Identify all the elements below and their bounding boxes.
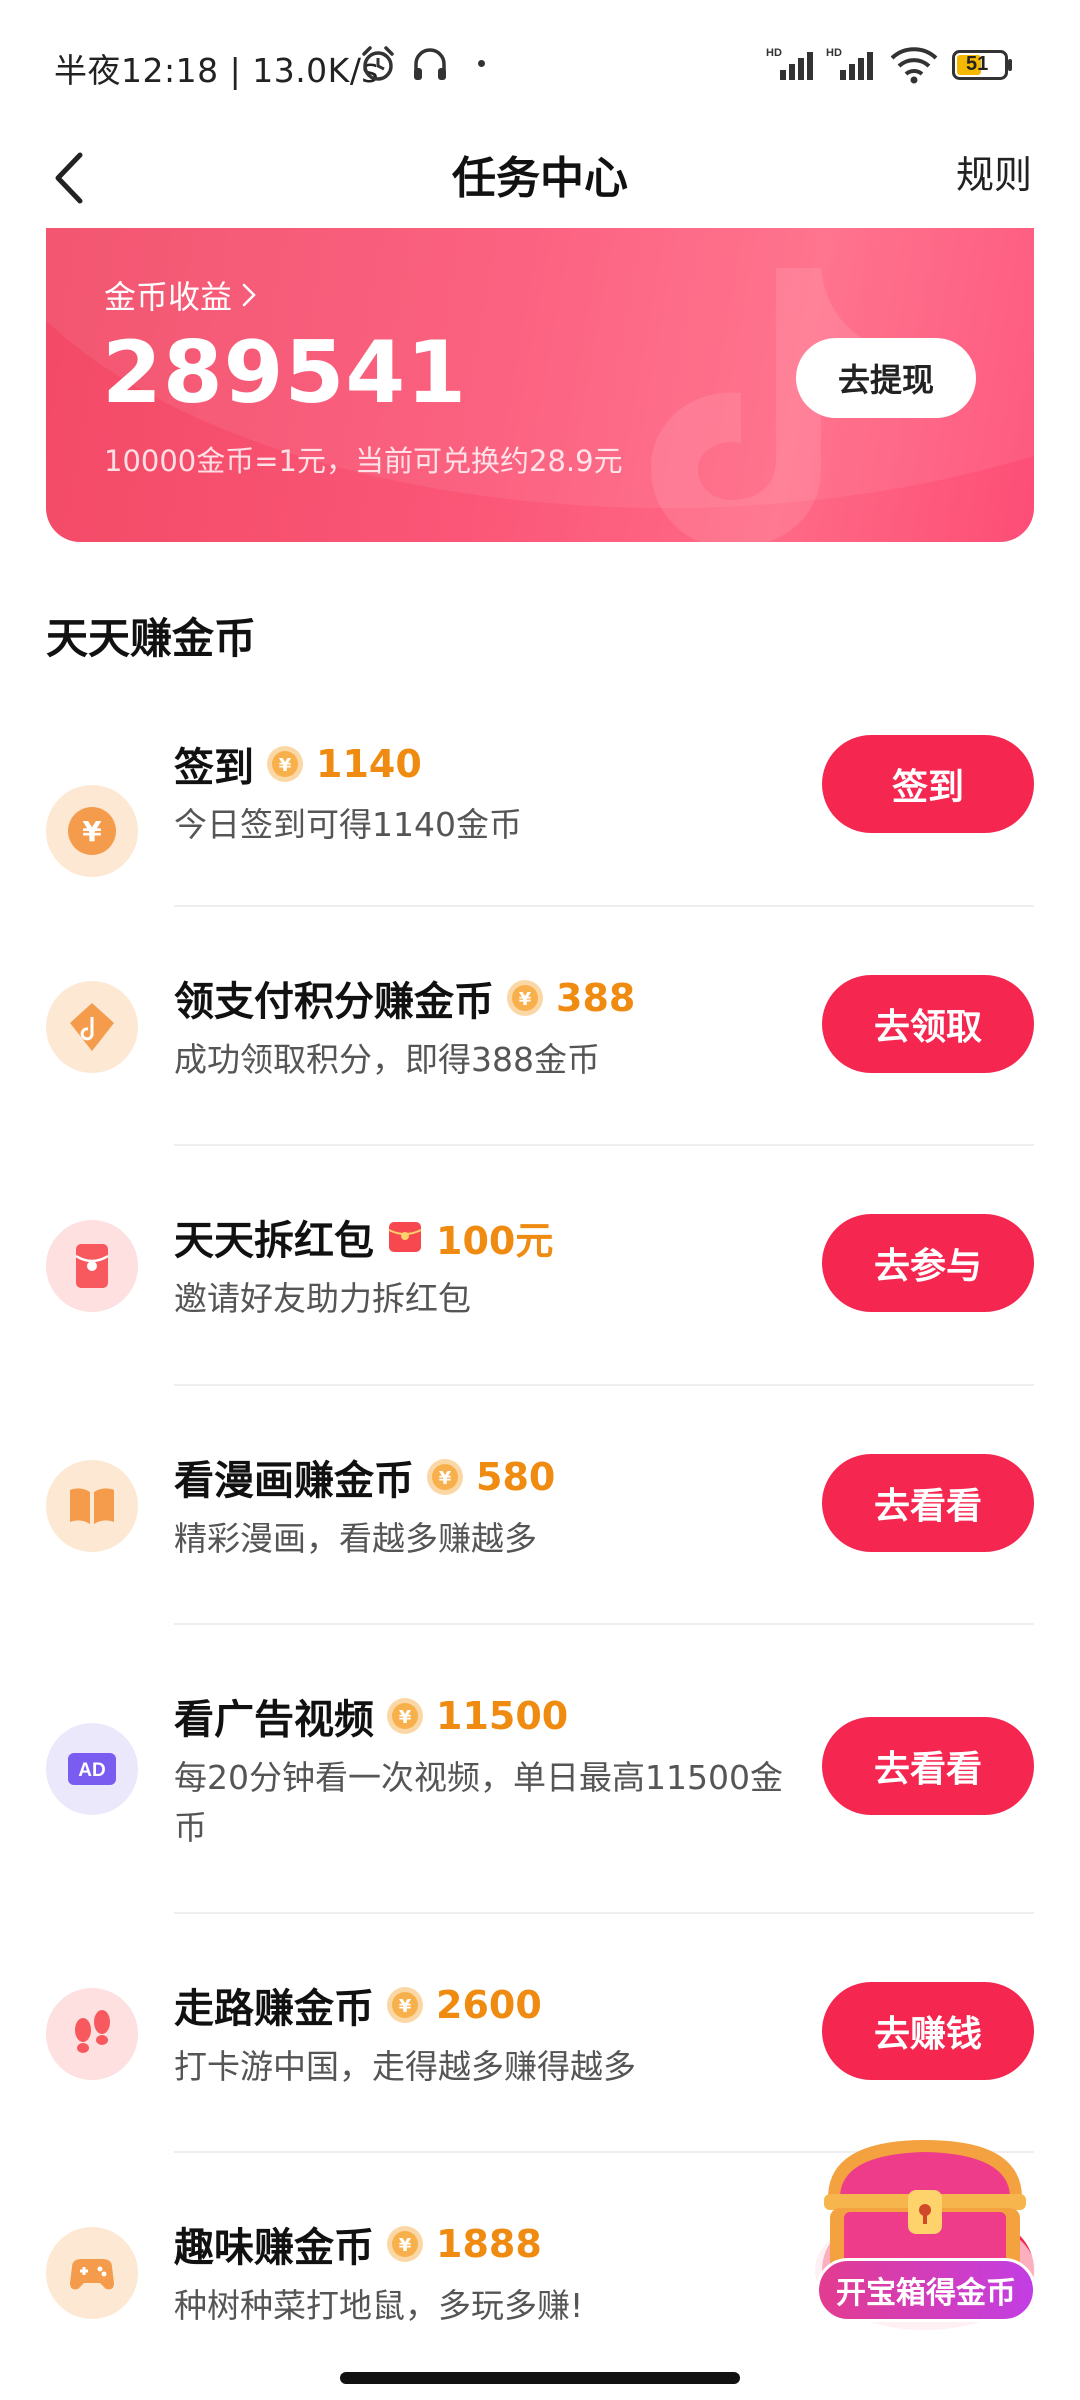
task-description: 今日签到可得1140金币 (174, 805, 522, 844)
gamepad-icon (70, 2259, 114, 2290)
divider (174, 905, 1034, 907)
home-indicator[interactable] (340, 2372, 740, 2384)
task-item-checkin: ¥ 签到 ¥ 1140 今日签到可得1140金币 签到 (0, 715, 1080, 905)
svg-text:¥: ¥ (399, 2235, 412, 2256)
yuan-coin-icon: ¥ (68, 807, 116, 855)
divider (174, 1144, 1034, 1146)
claim-button[interactable]: 去领取 (822, 975, 1034, 1073)
exchange-rate-note: 10000金币=1元，当前可兑换约28.9元 (104, 444, 623, 478)
view-comics-button[interactable]: 去看看 (822, 1454, 1034, 1552)
coin-icon: ¥ (267, 746, 303, 782)
battery-icon: 51 (952, 50, 1014, 80)
chevron-right-icon (242, 283, 256, 307)
task-description: 邀请好友助力拆红包 (174, 1279, 471, 1318)
svg-text:¥: ¥ (439, 1468, 452, 1489)
coin-icon: ¥ (387, 1987, 423, 2023)
task-icon (46, 1460, 138, 1552)
svg-text:HD: HD (826, 47, 842, 59)
status-time-speed: 半夜12:18 | 13.0K/s (54, 51, 380, 90)
red-envelope-icon (388, 1222, 422, 1252)
coin-balance: 289541 (102, 323, 468, 423)
treasure-chest-button[interactable]: 开宝箱得金币 (816, 2258, 1036, 2322)
svg-text:¥: ¥ (82, 815, 102, 848)
task-item-payment-points: 领支付积分赚金币 ¥ 388 成功领取积分，即得388金币 去领取 (0, 955, 1080, 1145)
task-reward: 11500 (436, 1694, 569, 1738)
section-title: 天天赚金币 (46, 614, 257, 663)
task-description: 每20分钟看一次视频，单日最高11500金币 (174, 1758, 783, 1847)
divider (174, 1384, 1034, 1386)
signal-icon-2: HD (826, 47, 873, 80)
signal-icon-1: HD (766, 47, 813, 80)
nav-bar: 任务中心 规则 (0, 130, 1080, 230)
task-icon (46, 981, 138, 1073)
earnings-label-link[interactable]: 金币收益 (104, 272, 258, 318)
task-title: 领支付积分赚金币 (174, 979, 494, 1025)
coin-icon: ¥ (507, 980, 543, 1016)
task-icon (46, 2227, 138, 2319)
battery-level: 51 (966, 53, 989, 75)
task-description: 打卡游中国，走得越多赚得越多 (174, 2047, 636, 2086)
task-title: 天天拆红包 (174, 1218, 374, 1264)
wifi-icon (890, 47, 938, 84)
notification-dot (478, 60, 485, 67)
earnings-card: 金币收益 289541 10000金币=1元，当前可兑换约28.9元 去提现 (46, 228, 1034, 542)
task-item-red-envelope: 天天拆红包 100元 邀请好友助力拆红包 去参与 (0, 1194, 1080, 1384)
task-reward: 1140 (316, 742, 422, 786)
headphones-icon (414, 48, 446, 80)
checkin-button[interactable]: 签到 (822, 735, 1034, 833)
svg-text:¥: ¥ (399, 1707, 412, 1728)
task-title: 签到 (174, 745, 254, 791)
task-description: 精彩漫画，看越多赚越多 (174, 1519, 537, 1558)
participate-button[interactable]: 去参与 (822, 1214, 1034, 1312)
coin-icon: ¥ (387, 2226, 423, 2262)
task-icon: AD (46, 1723, 138, 1815)
task-icon: ¥ (46, 785, 138, 877)
watch-ad-button[interactable]: 去看看 (822, 1717, 1034, 1815)
svg-text:¥: ¥ (399, 1996, 412, 2017)
svg-text:¥: ¥ (279, 755, 292, 776)
coin-icon: ¥ (427, 1459, 463, 1495)
red-envelope-icon (75, 1244, 109, 1288)
book-icon (70, 1488, 114, 1524)
svg-text:HD: HD (766, 47, 782, 59)
svg-text:¥: ¥ (519, 989, 532, 1010)
page-title: 任务中心 (452, 153, 628, 204)
task-reward: 388 (556, 976, 636, 1020)
task-item-ad-video: AD 看广告视频 ¥ 11500 每20分钟看一次视频，单日最高11500金币 … (0, 1673, 1080, 1913)
task-title: 走路赚金币 (174, 1986, 374, 2032)
divider (174, 1912, 1034, 1914)
task-description: 种树种菜打地鼠，多玩多赚! (174, 2286, 584, 2325)
coin-icon: ¥ (387, 1698, 423, 1734)
svg-text:AD: AD (78, 1760, 105, 1781)
task-item-comics: 看漫画赚金币 ¥ 580 精彩漫画，看越多赚越多 去看看 (0, 1434, 1080, 1624)
task-title: 看漫画赚金币 (174, 1458, 414, 1504)
withdraw-button[interactable]: 去提现 (796, 338, 976, 418)
task-icon (46, 1988, 138, 2080)
task-title: 趣味赚金币 (174, 2225, 374, 2271)
task-reward: 2600 (436, 1983, 542, 2027)
divider (174, 1623, 1034, 1625)
ad-icon: AD (68, 1753, 116, 1785)
task-reward: 1888 (436, 2222, 542, 2266)
alarm-icon (362, 46, 394, 81)
footprints-icon (75, 2010, 110, 2053)
task-description: 成功领取积分，即得388金币 (174, 1040, 600, 1079)
earn-money-button[interactable]: 去赚钱 (822, 1982, 1034, 2080)
task-title: 看广告视频 (174, 1697, 374, 1743)
task-icon (46, 1220, 138, 1312)
status-bar: 半夜12:18 | 13.0K/s HD HD 51 (0, 0, 1080, 130)
task-reward: 100元 (436, 1218, 554, 1263)
earnings-label: 金币收益 (104, 278, 233, 316)
task-reward: 580 (476, 1455, 556, 1499)
diamond-tag-icon (70, 1003, 114, 1051)
rules-link[interactable]: 规则 (956, 144, 1032, 199)
